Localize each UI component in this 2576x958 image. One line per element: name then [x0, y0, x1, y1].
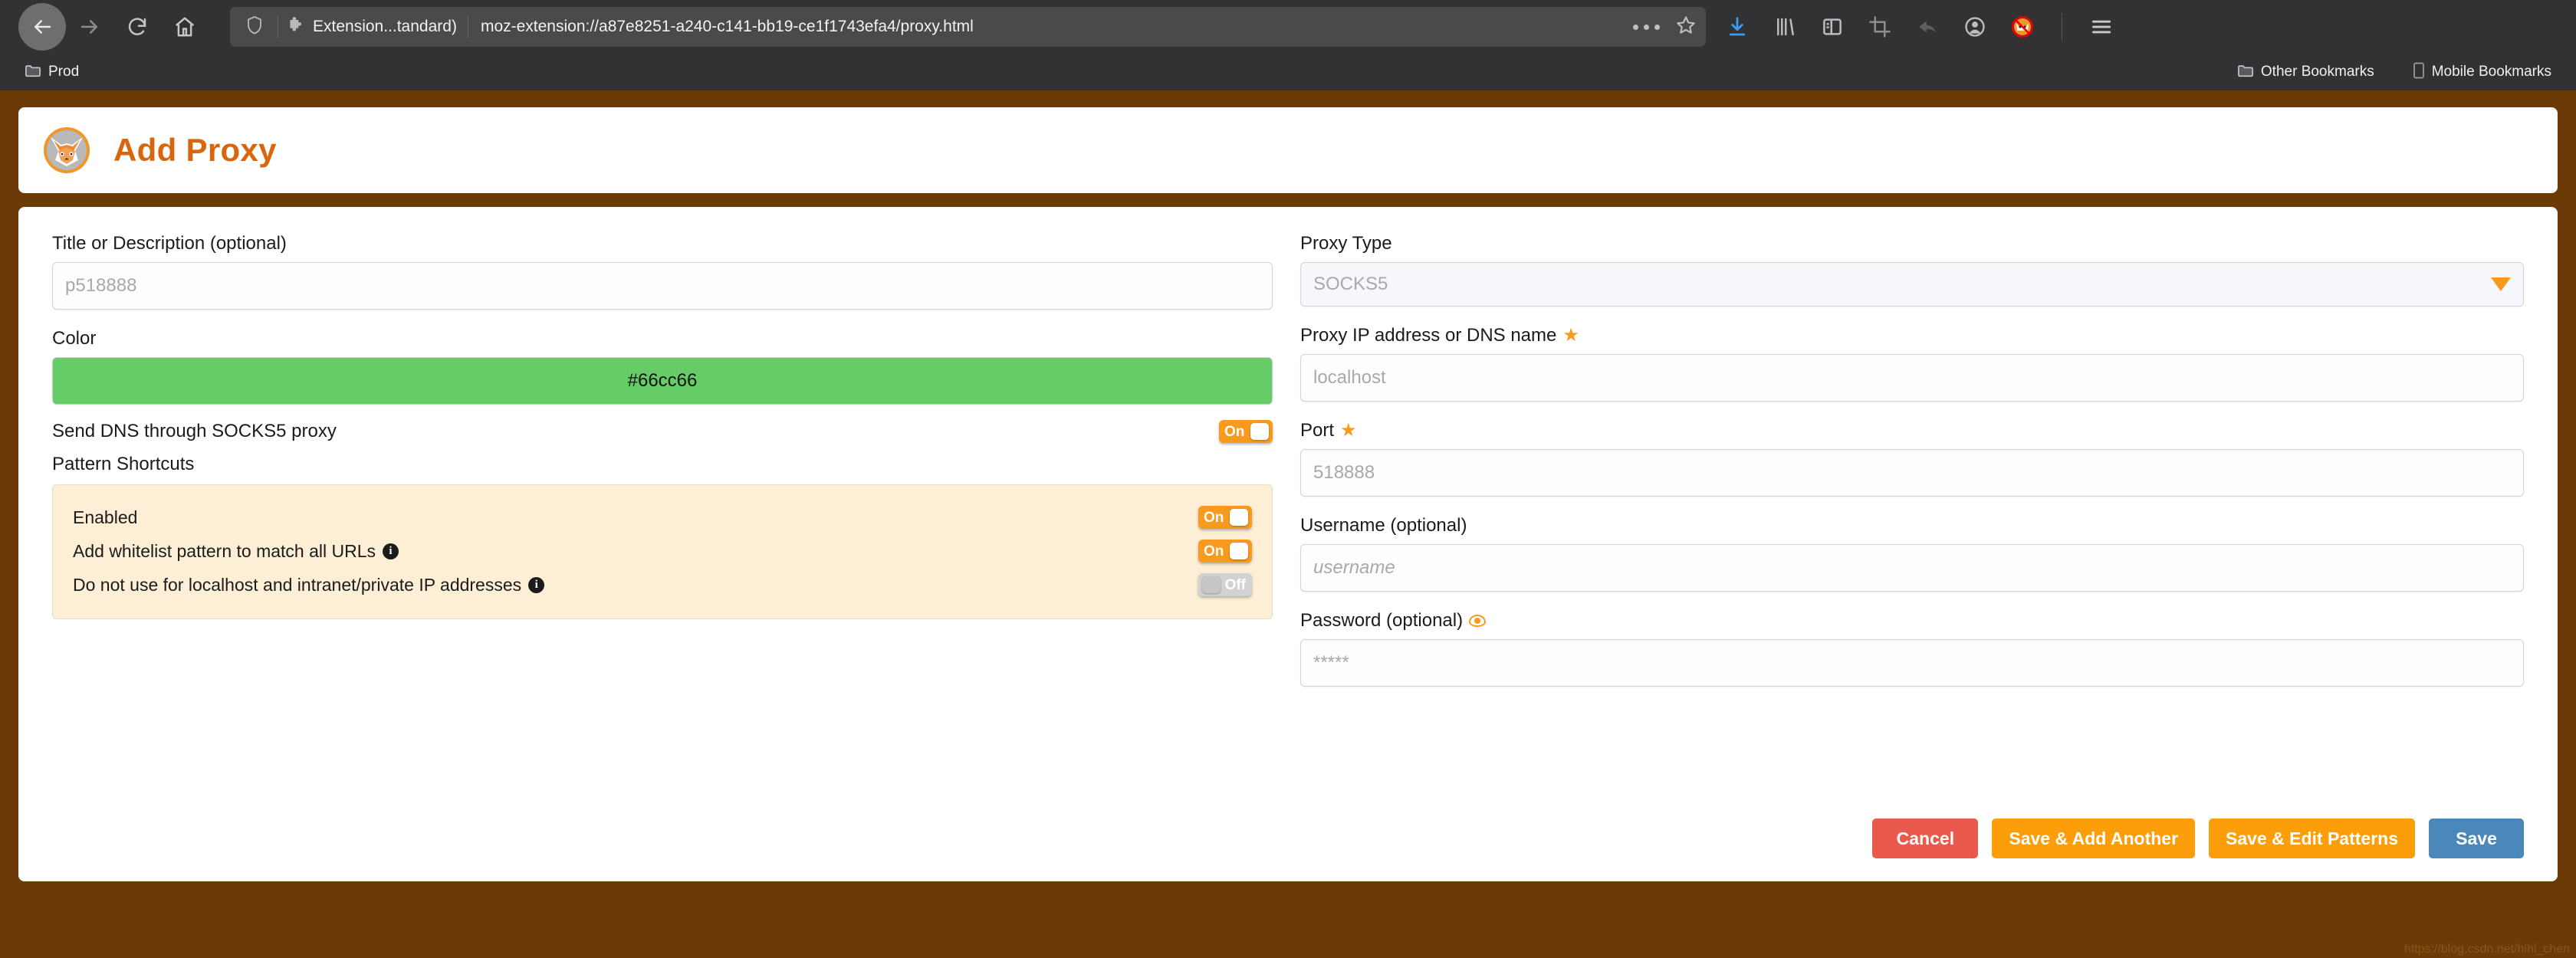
bookmark-label: Other Bookmarks: [2260, 64, 2374, 80]
send-dns-label: Send DNS through SOCKS5 proxy: [52, 421, 337, 441]
home-icon: [173, 15, 196, 38]
title-field-label: Title or Description (optional): [52, 233, 287, 254]
navigation-toolbar: Extension...tandard) moz-extension://a87…: [0, 0, 2576, 54]
undo-arrow-icon[interactable]: [1914, 14, 1940, 40]
port-field-label: Port ★: [1300, 420, 2524, 441]
proxy-form: Title or Description (optional) p518888 …: [18, 207, 2558, 881]
host-label-text: Proxy IP address or DNS name: [1300, 325, 1557, 346]
toggle-state-label: On: [1204, 543, 1224, 559]
port-input[interactable]: 518888: [1300, 449, 2524, 497]
toggle-state-label: Off: [1224, 576, 1246, 593]
save-add-another-button[interactable]: Save & Add Another: [1992, 819, 2196, 858]
bookmarks-toolbar: Prod Other Bookmarks Mobile Bookmarks: [0, 54, 2576, 90]
page-header: Add Proxy: [18, 107, 2558, 193]
pattern-whitelist-toggle[interactable]: On: [1198, 540, 1252, 563]
sidebar-icon[interactable]: [1819, 14, 1845, 40]
shield-icon: [245, 15, 264, 39]
download-icon[interactable]: [1724, 14, 1750, 40]
info-icon[interactable]: i: [383, 543, 399, 559]
form-right-column: Proxy Type SOCKS5 Proxy IP address or DN…: [1300, 233, 2524, 881]
pattern-row-label: Add whitelist pattern to match all URLs: [73, 540, 376, 561]
page-title: Add Proxy: [113, 132, 277, 168]
username-input[interactable]: username: [1300, 544, 2524, 592]
extension-page: Add Proxy Title or Description (optional…: [0, 90, 2576, 958]
reload-icon: [126, 15, 149, 38]
back-button[interactable]: [18, 3, 66, 51]
proxy-type-label: Proxy Type: [1300, 233, 1392, 254]
pattern-row-label: Enabled: [73, 507, 138, 527]
foxyproxy-disabled-icon[interactable]: [2009, 14, 2036, 40]
watermark-text: https://blog.csdn.net/hihi_chen: [2404, 943, 2570, 956]
pattern-row-whitelist: Add whitelist pattern to match all URLs …: [73, 534, 1252, 568]
port-label-text: Port: [1300, 420, 1335, 441]
ellipsis-icon[interactable]: [1633, 24, 1660, 30]
arrow-left-icon: [31, 15, 54, 38]
pattern-enabled-toggle[interactable]: On: [1198, 506, 1252, 529]
password-input[interactable]: *****: [1300, 639, 2524, 687]
eye-icon[interactable]: [1469, 615, 1487, 627]
mobile-device-icon: [2413, 62, 2425, 83]
title-input[interactable]: p518888: [52, 262, 1273, 310]
browser-toolbar-icons: [1724, 13, 2119, 41]
tracking-protection-button[interactable]: [239, 15, 270, 39]
pattern-shortcuts-panel: Enabled On Add whitelist pattern to matc…: [52, 484, 1273, 619]
required-star-icon: ★: [1562, 325, 1579, 346]
extension-identity-label: Extension...tandard): [313, 18, 457, 35]
bookmark-label: Mobile Bookmarks: [2431, 64, 2551, 80]
required-star-icon: ★: [1340, 420, 1357, 441]
library-icon[interactable]: [1772, 14, 1798, 40]
puzzle-piece-icon: [286, 15, 306, 39]
toggle-knob: [1230, 509, 1248, 526]
host-field-label: Proxy IP address or DNS name ★: [1300, 325, 2524, 346]
color-swatch[interactable]: #66cc66: [52, 357, 1273, 405]
toggle-state-label: On: [1224, 423, 1245, 440]
proxy-type-value: SOCKS5: [1313, 274, 1388, 294]
toggle-knob: [1250, 423, 1269, 440]
password-field-label: Password (optional): [1300, 610, 2524, 632]
reload-button[interactable]: [113, 3, 161, 51]
password-label-text: Password (optional): [1300, 610, 1464, 631]
proxy-type-select[interactable]: SOCKS5: [1300, 262, 2524, 307]
address-bar[interactable]: Extension...tandard) moz-extension://a87…: [230, 7, 1706, 47]
bookmark-item-mobile-bookmarks[interactable]: Mobile Bookmarks: [2407, 59, 2558, 86]
pattern-shortcuts-label: Pattern Shortcuts: [52, 454, 195, 474]
save-edit-patterns-button[interactable]: Save & Edit Patterns: [2209, 819, 2415, 858]
send-dns-toggle[interactable]: On: [1219, 420, 1273, 443]
toggle-knob: [1202, 576, 1221, 593]
toggle-knob: [1230, 543, 1248, 559]
bookmark-item-prod[interactable]: Prod: [18, 60, 85, 85]
save-button[interactable]: Save: [2429, 819, 2524, 858]
form-actions: Cancel Save & Add Another Save & Edit Pa…: [1872, 819, 2524, 858]
arrow-right-icon: [78, 15, 101, 38]
bookmark-label: Prod: [48, 64, 80, 80]
host-input[interactable]: localhost: [1300, 354, 2524, 402]
foxyproxy-fox-icon: [41, 125, 92, 176]
folder-icon: [2237, 63, 2254, 82]
info-icon[interactable]: i: [528, 576, 545, 593]
forward-button[interactable]: [66, 3, 113, 51]
hamburger-menu-icon[interactable]: [2088, 14, 2114, 40]
form-left-column: Title or Description (optional) p518888 …: [52, 233, 1273, 881]
browser-chrome: Extension...tandard) moz-extension://a87…: [0, 0, 2576, 90]
toggle-state-label: On: [1204, 509, 1224, 526]
folder-icon: [25, 63, 41, 82]
home-button[interactable]: [161, 3, 209, 51]
star-outline-icon[interactable]: [1675, 15, 1697, 40]
pattern-row-localhost: Do not use for localhost and intranet/pr…: [73, 568, 1252, 602]
screenshot-crop-icon[interactable]: [1867, 14, 1893, 40]
color-field-label: Color: [52, 328, 97, 349]
bookmark-item-other-bookmarks[interactable]: Other Bookmarks: [2231, 60, 2380, 85]
chevron-down-icon: [2491, 277, 2511, 291]
send-dns-row: Send DNS through SOCKS5 proxy On: [52, 420, 1273, 443]
extension-identity-chip[interactable]: Extension...tandard): [286, 15, 460, 39]
account-avatar-icon[interactable]: [1962, 14, 1988, 40]
pattern-row-enabled: Enabled On: [73, 500, 1252, 534]
username-field-label: Username (optional): [1300, 515, 1467, 536]
pattern-localhost-toggle[interactable]: Off: [1198, 573, 1252, 596]
url-text[interactable]: moz-extension://a87e8251-a240-c141-bb19-…: [476, 18, 1624, 36]
pattern-row-label: Do not use for localhost and intranet/pr…: [73, 574, 522, 595]
cancel-button[interactable]: Cancel: [1872, 819, 1979, 858]
